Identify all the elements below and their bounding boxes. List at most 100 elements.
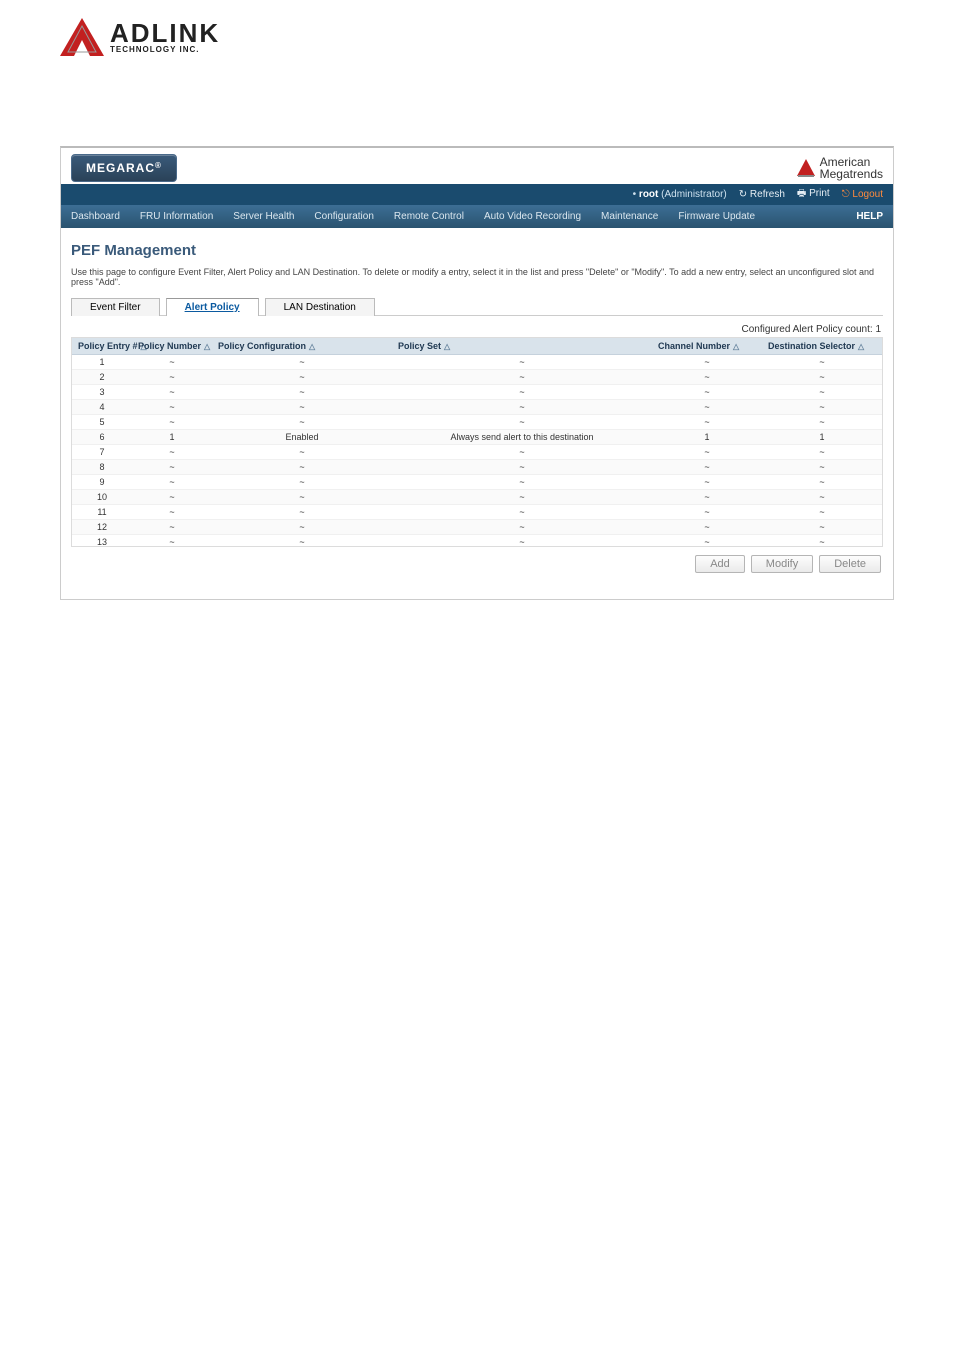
col-entry[interactable]: Policy Entry #△ — [72, 338, 132, 355]
cell-number: ~ — [132, 385, 212, 400]
table-row[interactable]: 5~~~~~ — [72, 415, 882, 430]
table-row[interactable]: 13~~~~~ — [72, 535, 882, 548]
cell-number: ~ — [132, 370, 212, 385]
cell-set: Always send alert to this destination — [392, 430, 652, 445]
cell-chan: ~ — [652, 355, 762, 370]
cell-dest: ~ — [762, 385, 882, 400]
cell-dest: ~ — [762, 535, 882, 548]
cell-set: ~ — [392, 370, 652, 385]
cell-chan: ~ — [652, 520, 762, 535]
cell-config: ~ — [212, 445, 392, 460]
cell-dest: ~ — [762, 475, 882, 490]
utility-strip: • root (Administrator) ↻ Refresh 🖶 Print… — [61, 184, 893, 205]
cell-config: ~ — [212, 490, 392, 505]
app-name: MEGARAC — [86, 161, 155, 175]
sort-icon: △ — [309, 342, 315, 351]
nav-item-remote-control[interactable]: Remote Control — [384, 205, 474, 228]
cell-chan: ~ — [652, 490, 762, 505]
cell-set: ~ — [392, 415, 652, 430]
tab-event-filter[interactable]: Event Filter — [71, 298, 160, 316]
user-info: • root (Administrator) — [633, 189, 727, 200]
table-row[interactable]: 11~~~~~ — [72, 505, 882, 520]
nav-item-dashboard[interactable]: Dashboard — [61, 205, 130, 228]
delete-button[interactable]: Delete — [819, 555, 881, 573]
cell-number: ~ — [132, 400, 212, 415]
nav-item-fru-information[interactable]: FRU Information — [130, 205, 223, 228]
policy-table-wrap[interactable]: Policy Entry #△ Policy Number△ Policy Co… — [71, 337, 883, 547]
cell-dest: ~ — [762, 445, 882, 460]
cell-number: ~ — [132, 535, 212, 548]
cell-entry: 8 — [72, 460, 132, 475]
col-set[interactable]: Policy Set△ — [392, 338, 652, 355]
cell-set: ~ — [392, 475, 652, 490]
tab-lan-destination[interactable]: LAN Destination — [265, 298, 375, 316]
cell-number: ~ — [132, 460, 212, 475]
nav-item-maintenance[interactable]: Maintenance — [591, 205, 668, 228]
col-dest[interactable]: Destination Selector△ — [762, 338, 882, 355]
company-logo: ADLINK TECHNOLOGY INC. — [60, 18, 894, 56]
col-config[interactable]: Policy Configuration△ — [212, 338, 392, 355]
sort-icon: △ — [444, 342, 450, 351]
add-button[interactable]: Add — [695, 555, 745, 573]
cell-number: ~ — [132, 445, 212, 460]
nav-item-auto-video-recording[interactable]: Auto Video Recording — [474, 205, 591, 228]
cell-set: ~ — [392, 460, 652, 475]
cell-dest: 1 — [762, 430, 882, 445]
cell-set: ~ — [392, 520, 652, 535]
cell-set: ~ — [392, 445, 652, 460]
cell-chan: ~ — [652, 475, 762, 490]
help-link[interactable]: HELP — [856, 211, 893, 222]
table-row[interactable]: 8~~~~~ — [72, 460, 882, 475]
logo-brand: ADLINK — [110, 20, 220, 46]
table-row[interactable]: 2~~~~~ — [72, 370, 882, 385]
col-number[interactable]: Policy Number△ — [132, 338, 212, 355]
cell-number: ~ — [132, 520, 212, 535]
cell-set: ~ — [392, 505, 652, 520]
sort-icon: △ — [204, 342, 210, 351]
nav-item-firmware-update[interactable]: Firmware Update — [668, 205, 765, 228]
vendor-brand: American Megatrends — [796, 156, 883, 180]
main-nav: DashboardFRU InformationServer HealthCon… — [61, 205, 893, 228]
col-chan[interactable]: Channel Number△ — [652, 338, 762, 355]
sort-icon: △ — [858, 342, 864, 351]
nav-item-server-health[interactable]: Server Health — [223, 205, 304, 228]
cell-config: ~ — [212, 505, 392, 520]
cell-config: ~ — [212, 355, 392, 370]
cell-chan: ~ — [652, 400, 762, 415]
cell-set: ~ — [392, 385, 652, 400]
table-row[interactable]: 1~~~~~ — [72, 355, 882, 370]
print-link[interactable]: 🖶 Print — [797, 186, 830, 203]
app-window: MEGARAC® American Megatrends • root (Adm… — [60, 146, 894, 600]
modify-button[interactable]: Modify — [751, 555, 813, 573]
logout-link[interactable]: ⎋ Logout — [842, 189, 883, 200]
page-description: Use this page to configure Event Filter,… — [71, 267, 883, 287]
table-row[interactable]: 12~~~~~ — [72, 520, 882, 535]
ami-logo-icon — [796, 158, 816, 178]
refresh-link[interactable]: ↻ Refresh — [739, 189, 785, 200]
table-row[interactable]: 9~~~~~ — [72, 475, 882, 490]
cell-dest: ~ — [762, 370, 882, 385]
cell-config: ~ — [212, 535, 392, 548]
logo-sub: TECHNOLOGY INC. — [110, 46, 220, 54]
policy-table: Policy Entry #△ Policy Number△ Policy Co… — [72, 338, 882, 547]
cell-entry: 2 — [72, 370, 132, 385]
cell-chan: ~ — [652, 385, 762, 400]
vendor-line2: Megatrends — [820, 168, 883, 180]
table-row[interactable]: 10~~~~~ — [72, 490, 882, 505]
table-row[interactable]: 61EnabledAlways send alert to this desti… — [72, 430, 882, 445]
user-name: root — [639, 189, 658, 200]
table-row[interactable]: 7~~~~~ — [72, 445, 882, 460]
cell-entry: 10 — [72, 490, 132, 505]
cell-number: ~ — [132, 505, 212, 520]
cell-set: ~ — [392, 490, 652, 505]
tab-alert-policy[interactable]: Alert Policy — [166, 298, 259, 316]
cell-dest: ~ — [762, 520, 882, 535]
cell-chan: ~ — [652, 415, 762, 430]
user-role: (Administrator) — [661, 189, 727, 200]
table-row[interactable]: 3~~~~~ — [72, 385, 882, 400]
cell-dest: ~ — [762, 490, 882, 505]
registered-icon: ® — [155, 161, 162, 170]
table-row[interactable]: 4~~~~~ — [72, 400, 882, 415]
nav-item-configuration[interactable]: Configuration — [304, 205, 383, 228]
cell-entry: 11 — [72, 505, 132, 520]
